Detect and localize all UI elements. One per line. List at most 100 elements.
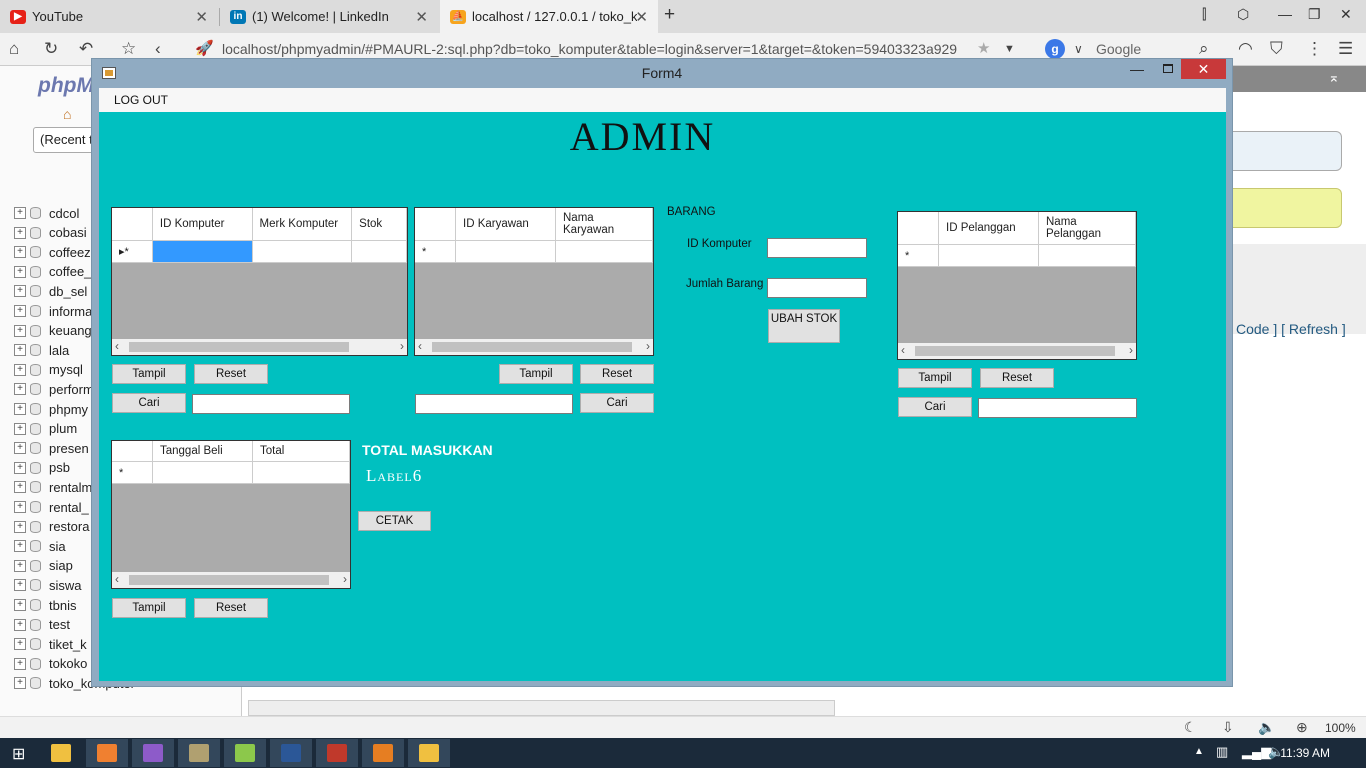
expand-icon[interactable]: + bbox=[14, 442, 26, 455]
shield-icon[interactable]: ⛉ bbox=[1270, 39, 1283, 59]
close-tab-icon[interactable]: ✕ bbox=[195, 8, 208, 26]
pma-logo[interactable]: phpM bbox=[38, 74, 94, 98]
tab-linkedin[interactable]: in (1) Welcome! | LinkedIn ✕ bbox=[220, 0, 438, 33]
expand-icon[interactable]: + bbox=[14, 207, 26, 219]
table-row[interactable]: * bbox=[415, 241, 653, 263]
database-tree-item[interactable]: + coffeez bbox=[14, 243, 91, 261]
expand-icon[interactable]: + bbox=[14, 363, 26, 376]
cari-komputer-button[interactable]: Cari bbox=[112, 393, 186, 413]
taskbar-app-icon[interactable] bbox=[362, 739, 404, 767]
reset-transaksi-button[interactable]: Reset bbox=[194, 598, 268, 618]
menu-lines-icon[interactable]: ☰ bbox=[1338, 39, 1353, 59]
database-tree-item[interactable]: + perform bbox=[14, 380, 94, 398]
expand-icon[interactable]: + bbox=[14, 461, 26, 474]
cari-karyawan-input[interactable] bbox=[415, 394, 573, 414]
database-tree-item[interactable]: + siswa bbox=[14, 576, 82, 594]
expand-icon[interactable]: + bbox=[14, 403, 26, 415]
column-header[interactable]: Nama Pelanggan bbox=[1039, 212, 1136, 245]
taskbar-app-icon[interactable] bbox=[408, 739, 450, 767]
search-engine-icon[interactable]: g bbox=[1045, 39, 1065, 59]
expand-icon[interactable]: + bbox=[14, 324, 26, 337]
expand-icon[interactable]: + bbox=[14, 520, 26, 533]
cari-pelanggan-button[interactable]: Cari bbox=[898, 397, 972, 417]
form-close-button[interactable]: ✕ bbox=[1181, 59, 1226, 79]
database-tree-item[interactable]: + keuang bbox=[14, 322, 92, 340]
database-tree-item[interactable]: + sia bbox=[14, 537, 66, 555]
zoom-icon[interactable]: ⊕ bbox=[1296, 719, 1308, 736]
grid-komputer[interactable]: ID Komputer Merk Komputer Stok ▸* ‹ › bbox=[111, 207, 408, 356]
column-header[interactable]: Stok bbox=[352, 208, 407, 241]
database-tree-item[interactable]: + tokoko bbox=[14, 655, 87, 673]
id-komputer-input[interactable] bbox=[767, 238, 867, 258]
tampil-pelanggan-button[interactable]: Tampil bbox=[898, 368, 972, 388]
database-tree-item[interactable]: + presen bbox=[14, 439, 89, 457]
signal-icon[interactable]: ▂▄▆ bbox=[1242, 744, 1271, 760]
windows-start-icon[interactable]: ⊞ bbox=[12, 744, 25, 764]
scroll-right-icon[interactable]: › bbox=[1129, 343, 1133, 357]
scroll-thumb[interactable] bbox=[129, 575, 329, 585]
expand-icon[interactable]: + bbox=[14, 599, 26, 611]
grid-cell[interactable] bbox=[939, 245, 1039, 267]
menu-logout[interactable]: LOG OUT bbox=[114, 93, 168, 107]
home-icon[interactable]: ⌂ bbox=[63, 106, 71, 122]
tab-phpmyadmin[interactable]: ⛵ localhost / 127.0.0.1 / toko_ko ✕ bbox=[440, 0, 658, 33]
expand-icon[interactable]: + bbox=[14, 344, 26, 357]
minimize-icon[interactable]: — bbox=[1278, 6, 1292, 22]
reload-icon[interactable]: ↻ bbox=[44, 39, 58, 59]
horizontal-scrollbar[interactable]: ‹ › bbox=[112, 572, 350, 588]
cari-karyawan-button[interactable]: Cari bbox=[580, 393, 654, 413]
volume-icon[interactable]: 🔈 bbox=[1258, 719, 1275, 736]
grid-cell[interactable] bbox=[456, 241, 556, 263]
column-header[interactable]: ID Karyawan bbox=[456, 208, 556, 241]
close-tab-icon[interactable]: ✕ bbox=[635, 8, 648, 26]
cari-komputer-input[interactable] bbox=[192, 394, 350, 414]
taskbar-app-icon[interactable] bbox=[86, 739, 128, 767]
form-minimize-icon[interactable]: — bbox=[1130, 61, 1144, 77]
grid-transaksi[interactable]: Tanggal Beli Total * ‹ › bbox=[111, 440, 351, 589]
grid-cell[interactable] bbox=[352, 241, 407, 263]
tampil-karyawan-button[interactable]: Tampil bbox=[499, 364, 573, 384]
tab-youtube[interactable]: ▶ YouTube ✕ bbox=[0, 0, 218, 33]
expand-icon[interactable]: + bbox=[14, 265, 26, 278]
database-tree-item[interactable]: + siap bbox=[14, 557, 73, 575]
database-tree-item[interactable]: + lala bbox=[14, 341, 69, 359]
scroll-left-icon[interactable]: ‹ bbox=[115, 339, 119, 353]
database-tree-item[interactable]: + mysql bbox=[14, 361, 83, 379]
table-row[interactable]: * bbox=[112, 462, 350, 484]
column-header[interactable]: Total bbox=[253, 441, 350, 462]
database-tree-item[interactable]: + tbnis bbox=[14, 596, 76, 614]
home-icon[interactable]: ⌂ bbox=[9, 39, 19, 59]
tab-view-icon[interactable]: ⫿ bbox=[1202, 6, 1206, 23]
expand-icon[interactable]: + bbox=[14, 226, 26, 239]
tray-chevron-icon[interactable]: ▲ bbox=[1194, 746, 1204, 757]
grid-cell[interactable] bbox=[253, 462, 350, 484]
taskbar-app-icon[interactable] bbox=[270, 739, 312, 767]
extension-icon[interactable]: ⬡ bbox=[1237, 6, 1249, 23]
scroll-thumb[interactable] bbox=[432, 342, 632, 352]
new-tab-icon[interactable]: + bbox=[664, 4, 675, 26]
reset-pelanggan-button[interactable]: Reset bbox=[980, 368, 1054, 388]
taskbar-app-icon[interactable] bbox=[316, 739, 358, 767]
expand-icon[interactable]: + bbox=[14, 677, 26, 690]
scroll-left-icon[interactable]: ‹ bbox=[115, 572, 119, 586]
scroll-right-icon[interactable]: › bbox=[646, 339, 650, 353]
collapse-icon[interactable]: ⌅ bbox=[1328, 69, 1340, 86]
table-row[interactable]: ▸* bbox=[112, 241, 407, 263]
tampil-komputer-button[interactable]: Tampil bbox=[112, 364, 186, 384]
expand-icon[interactable]: + bbox=[14, 246, 26, 259]
pma-code-refresh-links[interactable]: Code ] [ Refresh ] bbox=[1236, 321, 1346, 337]
expand-icon[interactable]: + bbox=[14, 618, 26, 631]
scroll-thumb[interactable] bbox=[915, 346, 1115, 356]
taskbar-app-icon[interactable] bbox=[178, 739, 220, 767]
favorite-star-icon[interactable]: ★ bbox=[977, 39, 990, 57]
download-icon[interactable]: ⇩ bbox=[1222, 719, 1234, 736]
grid-pelanggan[interactable]: ID Pelanggan Nama Pelanggan * ‹ › bbox=[897, 211, 1137, 360]
cari-pelanggan-input[interactable] bbox=[978, 398, 1137, 418]
ubah-stok-button[interactable]: UBAH STOK bbox=[768, 309, 840, 343]
database-tree-item[interactable]: + phpmy bbox=[14, 400, 88, 418]
taskbar-clock[interactable]: 11:39 AM bbox=[1280, 746, 1330, 760]
column-header[interactable]: Merk Komputer bbox=[252, 208, 353, 241]
database-tree-item[interactable]: + cdcol bbox=[14, 204, 79, 222]
scroll-right-icon[interactable]: › bbox=[400, 339, 404, 353]
reset-komputer-button[interactable]: Reset bbox=[194, 364, 268, 384]
